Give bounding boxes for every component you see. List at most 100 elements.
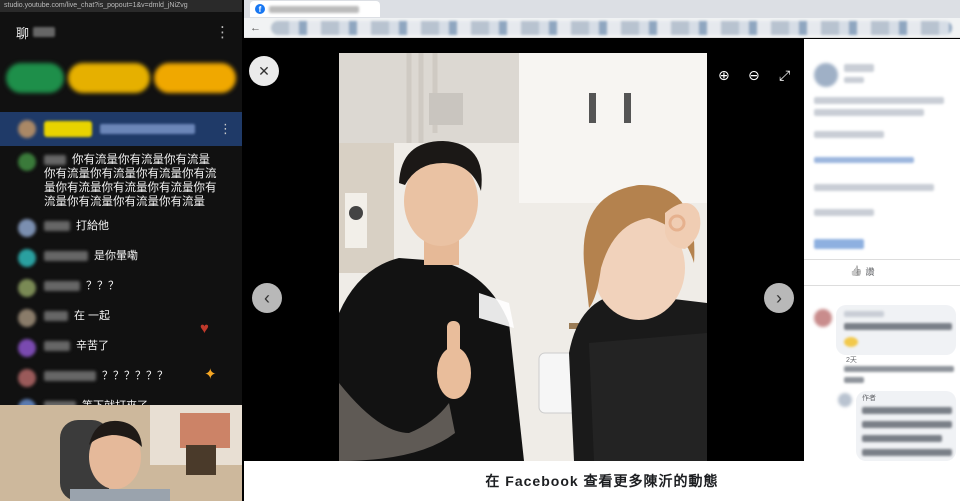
post-info-sidebar: 👍 讚 2天 作者 (804, 39, 960, 461)
post-text-blurred (814, 184, 934, 191)
avatar (18, 219, 36, 237)
previous-photo-button[interactable]: ‹ (252, 283, 282, 313)
chat-ticker[interactable] (0, 52, 242, 104)
avatar (814, 309, 832, 327)
comment-time: 2天 (846, 357, 857, 364)
chat-header: 聊 ⋮ (0, 12, 242, 52)
avatar (838, 393, 852, 407)
commenter-name-blurred (844, 311, 884, 317)
fullscreen-icon[interactable]: ⤢ (779, 67, 790, 84)
author-name (44, 281, 80, 292)
zoom-in-icon[interactable]: ⊕ (718, 67, 730, 84)
browser-tab[interactable]: f (250, 1, 380, 17)
photo-viewer: ✕ ⊕ ⊖ ⤢ ‹ › (244, 39, 804, 461)
chat-title-text: 聊 (16, 25, 30, 41)
avatar (18, 279, 36, 297)
avatar (814, 63, 838, 87)
divider (804, 285, 960, 286)
post-text-blurred (814, 109, 924, 116)
browser-address-bar: ← (244, 18, 960, 38)
next-photo-button[interactable]: › (764, 283, 794, 313)
emoji-blurred (844, 337, 858, 347)
author-name (44, 154, 66, 165)
chevron-right-icon: › (776, 287, 782, 308)
hashtag-blurred (814, 157, 914, 163)
reaction-count-blurred (814, 239, 864, 249)
facebook-browser-window: f ← ✕ ⊕ ⊖ ⤢ ‹ › 👍 讚 2天 作者 在 Facebook 查看更… (244, 0, 960, 501)
message-content: 是你暈嘞 (94, 250, 138, 262)
youtube-live-chat-window: studio.youtube.com/live_chat?is_popout=1… (0, 0, 242, 501)
list-item: 辛苦了 (0, 336, 242, 360)
comment-text-blurred (844, 323, 952, 330)
heart-reaction-icon: ♥ (200, 320, 209, 337)
post-text-blurred (814, 209, 874, 216)
chat-message-text: 你有流量你有流量你有流量你有流量你有流量你有流量你有流量你有流量你有流量你有流量… (44, 153, 219, 209)
like-button[interactable]: 👍 讚 (850, 265, 874, 278)
more-options-icon[interactable]: ⋮ (215, 23, 230, 41)
more-options-icon[interactable]: ⋮ (219, 121, 232, 137)
reply-text-blurred (862, 435, 942, 442)
author-name (44, 251, 88, 262)
avatar (18, 309, 36, 327)
post-text-blurred (814, 97, 944, 104)
webcam-scene (0, 405, 242, 501)
chat-title: 聊 (16, 23, 56, 42)
reply-text-blurred (862, 449, 952, 456)
message-content: 辛苦了 (76, 340, 109, 352)
list-item: 你有流量你有流量你有流量你有流量你有流量你有流量你有流量你有流量你有流量你有流量… (0, 150, 242, 212)
post-text-blurred (814, 131, 884, 138)
highlight-text-blurred (100, 124, 195, 134)
browser-tab-bar: f (244, 0, 960, 18)
author-name (44, 221, 70, 232)
author-badge (44, 121, 92, 137)
streamer-webcam (0, 405, 242, 501)
message-content: ？？？？？？ (102, 370, 168, 382)
avatar (18, 120, 36, 138)
reply-text-blurred (862, 407, 952, 414)
like-label: 讚 (865, 267, 875, 277)
zoom-out-icon[interactable]: ⊖ (748, 67, 760, 84)
avatar (18, 369, 36, 387)
login-prompt-bar[interactable]: 在 Facebook 查看更多陳沂的動態 (244, 461, 960, 501)
author-name (44, 311, 68, 322)
chat-message-text: 是你暈嘞 (44, 249, 138, 263)
chat-message-text: 打給他 (44, 219, 109, 233)
avatar (18, 339, 36, 357)
author-name (44, 341, 70, 352)
list-item: 打給他 (0, 216, 242, 240)
ticker-chip[interactable] (67, 63, 150, 93)
list-item: ？？？ (0, 276, 242, 300)
url-input-blurred[interactable] (271, 20, 952, 35)
chat-message-text: ？？？ (44, 279, 119, 293)
chat-title-blurred (33, 27, 56, 37)
reply-note-blurred (844, 366, 954, 372)
login-prompt-text: 在 Facebook 查看更多陳沂的動態 (485, 473, 719, 489)
message-content: 打給他 (76, 220, 109, 232)
ticker-chip[interactable] (153, 63, 236, 93)
tab-title-blurred (269, 5, 359, 13)
close-button[interactable]: ✕ (249, 56, 279, 86)
divider (804, 259, 960, 260)
like-icon: 👍 (850, 266, 863, 277)
back-icon[interactable]: ← (250, 22, 261, 34)
author-badge: 作者 (862, 395, 876, 402)
avatar (18, 249, 36, 267)
poster-name-blurred (844, 64, 874, 72)
author-name (44, 371, 96, 382)
avatar (18, 153, 36, 171)
chat-message-text: 辛苦了 (44, 339, 109, 353)
party-reaction-icon: ✦ (204, 366, 217, 383)
close-icon: ✕ (258, 62, 270, 79)
chat-message-text: ？？？？？？ (44, 369, 168, 383)
ticker-chip[interactable] (6, 63, 64, 93)
chat-url-bar: studio.youtube.com/live_chat?is_popout=1… (0, 0, 242, 12)
post-photo (339, 53, 707, 461)
chat-message-text: 在 一起 (44, 309, 110, 323)
message-content: 你有流量你有流量你有流量你有流量你有流量你有流量你有流量你有流量你有流量你有流量… (44, 154, 217, 208)
highlighted-chat-message[interactable]: ⋮ (0, 112, 242, 146)
list-item: 是你暈嘞 (0, 246, 242, 270)
facebook-logo-icon: f (255, 4, 265, 14)
post-time-blurred (844, 77, 864, 83)
message-content: 在 一起 (74, 310, 111, 322)
chevron-left-icon: ‹ (264, 287, 270, 308)
